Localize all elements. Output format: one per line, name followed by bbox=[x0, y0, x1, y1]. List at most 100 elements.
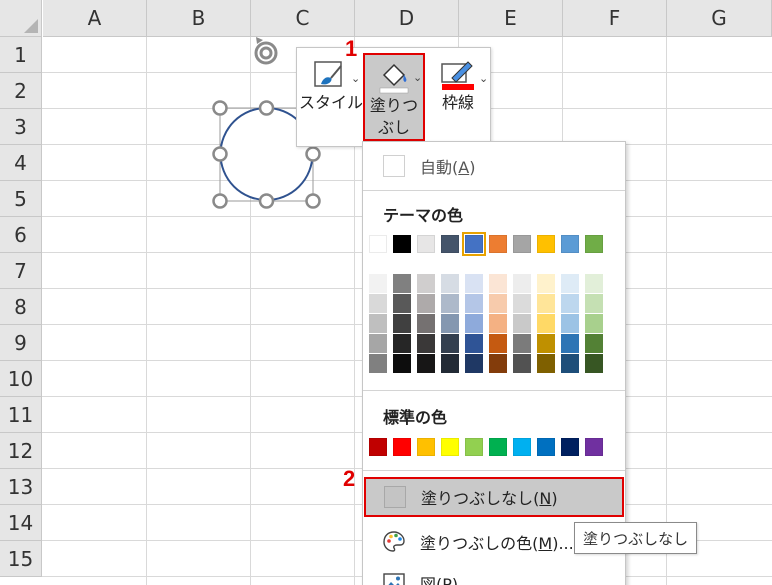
standard-color-swatch[interactable] bbox=[441, 438, 459, 456]
theme-shade-swatch[interactable] bbox=[561, 274, 579, 293]
theme-shade-swatch[interactable] bbox=[489, 354, 507, 373]
theme-shade-swatch[interactable] bbox=[465, 274, 483, 293]
standard-color-swatch[interactable] bbox=[417, 438, 435, 456]
standard-color-swatch[interactable] bbox=[369, 438, 387, 456]
row-header-3[interactable]: 3 bbox=[0, 109, 42, 145]
theme-shade-swatch[interactable] bbox=[369, 274, 387, 293]
theme-color-swatch[interactable] bbox=[537, 235, 555, 253]
theme-shade-swatch[interactable] bbox=[465, 334, 483, 353]
theme-shade-swatch[interactable] bbox=[585, 314, 603, 333]
theme-color-swatch[interactable] bbox=[585, 235, 603, 253]
column-header-e[interactable]: E bbox=[459, 0, 563, 37]
theme-shade-swatch[interactable] bbox=[465, 354, 483, 373]
row-header-8[interactable]: 8 bbox=[0, 289, 42, 325]
theme-color-swatch[interactable] bbox=[393, 235, 411, 253]
theme-shade-swatch[interactable] bbox=[537, 354, 555, 373]
theme-shade-swatch[interactable] bbox=[513, 274, 531, 293]
row-header-5[interactable]: 5 bbox=[0, 181, 42, 217]
column-header-d[interactable]: D bbox=[355, 0, 459, 37]
standard-color-swatch[interactable] bbox=[465, 438, 483, 456]
theme-shade-swatch[interactable] bbox=[369, 354, 387, 373]
picture-fill-item[interactable]: 図(P) bbox=[365, 563, 623, 585]
theme-shade-swatch[interactable] bbox=[369, 294, 387, 313]
column-header-c[interactable]: C bbox=[251, 0, 355, 37]
theme-shade-swatch[interactable] bbox=[489, 334, 507, 353]
row-header-4[interactable]: 4 bbox=[0, 145, 42, 181]
theme-shade-swatch[interactable] bbox=[465, 314, 483, 333]
theme-shade-swatch[interactable] bbox=[393, 314, 411, 333]
theme-shade-swatch[interactable] bbox=[393, 274, 411, 293]
automatic-color-item[interactable]: 自動(A) bbox=[365, 146, 623, 186]
fill-button[interactable]: ⌄ 塗りつ ぶし bbox=[363, 53, 425, 141]
theme-shade-swatch[interactable] bbox=[417, 314, 435, 333]
row-header-9[interactable]: 9 bbox=[0, 325, 42, 361]
theme-shade-swatch[interactable] bbox=[585, 334, 603, 353]
theme-color-swatch[interactable] bbox=[561, 235, 579, 253]
theme-shade-swatch[interactable] bbox=[465, 294, 483, 313]
theme-shade-swatch[interactable] bbox=[489, 314, 507, 333]
theme-shade-swatch[interactable] bbox=[561, 314, 579, 333]
theme-shade-swatch[interactable] bbox=[417, 274, 435, 293]
theme-shade-swatch[interactable] bbox=[561, 334, 579, 353]
theme-shade-swatch[interactable] bbox=[537, 334, 555, 353]
theme-shade-swatch[interactable] bbox=[417, 334, 435, 353]
theme-shade-swatch[interactable] bbox=[369, 334, 387, 353]
theme-color-swatch[interactable] bbox=[369, 235, 387, 253]
row-header-12[interactable]: 12 bbox=[0, 433, 42, 469]
row-header-13[interactable]: 13 bbox=[0, 469, 42, 505]
row-header-10[interactable]: 10 bbox=[0, 361, 42, 397]
theme-color-swatch[interactable] bbox=[417, 235, 435, 253]
theme-shade-swatch[interactable] bbox=[441, 354, 459, 373]
row-header-2[interactable]: 2 bbox=[0, 73, 42, 109]
style-button[interactable]: ⌄ スタイル bbox=[299, 52, 363, 142]
theme-shade-swatch[interactable] bbox=[441, 314, 459, 333]
row-header-11[interactable]: 11 bbox=[0, 397, 42, 433]
rotate-handle-icon[interactable] bbox=[254, 37, 278, 65]
theme-shade-swatch[interactable] bbox=[537, 294, 555, 313]
theme-shade-swatch[interactable] bbox=[513, 314, 531, 333]
theme-shade-swatch[interactable] bbox=[537, 274, 555, 293]
theme-shade-swatch[interactable] bbox=[441, 294, 459, 313]
column-header-a[interactable]: A bbox=[43, 0, 147, 37]
theme-shade-swatch[interactable] bbox=[417, 294, 435, 313]
theme-color-swatch[interactable] bbox=[462, 232, 486, 256]
column-header-f[interactable]: F bbox=[563, 0, 667, 37]
theme-shade-swatch[interactable] bbox=[393, 334, 411, 353]
theme-shade-swatch[interactable] bbox=[369, 314, 387, 333]
standard-color-swatch[interactable] bbox=[393, 438, 411, 456]
theme-shade-swatch[interactable] bbox=[489, 294, 507, 313]
theme-shade-swatch[interactable] bbox=[393, 294, 411, 313]
theme-shade-swatch[interactable] bbox=[585, 354, 603, 373]
theme-shade-swatch[interactable] bbox=[513, 294, 531, 313]
select-all-corner[interactable] bbox=[0, 0, 42, 37]
theme-shade-swatch[interactable] bbox=[441, 334, 459, 353]
theme-shade-swatch[interactable] bbox=[513, 334, 531, 353]
theme-shade-swatch[interactable] bbox=[393, 354, 411, 373]
theme-shade-swatch[interactable] bbox=[561, 294, 579, 313]
row-header-7[interactable]: 7 bbox=[0, 253, 42, 289]
theme-shade-swatch[interactable] bbox=[417, 354, 435, 373]
row-header-14[interactable]: 14 bbox=[0, 505, 42, 541]
theme-shade-swatch[interactable] bbox=[585, 294, 603, 313]
row-header-6[interactable]: 6 bbox=[0, 217, 42, 253]
theme-shade-swatch[interactable] bbox=[585, 274, 603, 293]
theme-color-swatch[interactable] bbox=[441, 235, 459, 253]
row-header-15[interactable]: 15 bbox=[0, 541, 42, 577]
standard-color-swatch[interactable] bbox=[489, 438, 507, 456]
theme-shade-swatch[interactable] bbox=[513, 354, 531, 373]
theme-shade-swatch[interactable] bbox=[441, 274, 459, 293]
row-header-1[interactable]: 1 bbox=[0, 37, 42, 73]
standard-color-swatch[interactable] bbox=[585, 438, 603, 456]
outline-button[interactable]: ⌄ 枠線 bbox=[427, 52, 489, 142]
column-header-b[interactable]: B bbox=[147, 0, 251, 37]
column-header-g[interactable]: G bbox=[667, 0, 772, 37]
standard-color-swatch[interactable] bbox=[513, 438, 531, 456]
theme-shade-swatch[interactable] bbox=[561, 354, 579, 373]
theme-color-swatch[interactable] bbox=[489, 235, 507, 253]
theme-shade-swatch[interactable] bbox=[489, 274, 507, 293]
standard-color-swatch[interactable] bbox=[537, 438, 555, 456]
theme-color-swatch[interactable] bbox=[513, 235, 531, 253]
standard-color-swatch[interactable] bbox=[561, 438, 579, 456]
theme-shade-swatch[interactable] bbox=[537, 314, 555, 333]
no-fill-item[interactable]: 塗りつぶしなし(N) bbox=[364, 477, 624, 517]
